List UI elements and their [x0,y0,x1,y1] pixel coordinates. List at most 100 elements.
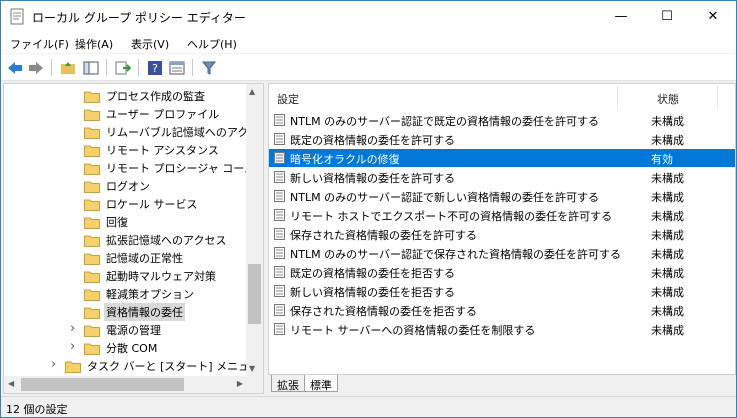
setting-name: 新しい資格情報の委任を許可する [290,172,455,185]
scroll-left-icon[interactable]: ◀ [8,379,14,388]
tab-standard[interactable]: 標準 [304,375,338,392]
tree-item[interactable]: リモート アシスタンス [84,141,221,159]
list-item[interactable]: リモート ホストでエクスポート不可の資格情報の委任を許可する 未構成 [269,206,735,224]
setting-name: 保存された資格情報の委任を許可する [290,229,477,242]
show-hide-tree-icon [83,61,99,74]
tree-item[interactable]: プロセス作成の監査 [84,87,207,105]
menu-file[interactable]: ファイル(F) [10,36,69,52]
close-button[interactable]: ✕ [690,1,736,32]
list-item[interactable]: NTLM のみのサーバー認証で保存された資格情報の委任を許可する 未構成 [269,244,735,262]
status-text: 12 個の設定 [6,403,68,416]
list-header: 設定 状態 [269,84,735,110]
tree-item[interactable]: 記憶域の正常性 [84,249,185,267]
policy-setting-icon [274,171,285,183]
tab-extended-label: 拡張 [277,379,299,392]
tree-pane[interactable]: プロセス作成の監査 ユーザー プロファイル リムーバブル記憶域へのアクセス リモート … [3,83,264,394]
list-item[interactable]: リモート サーバーへの資格情報の委任を制限する 未構成 [269,320,735,338]
policy-setting-icon [274,247,285,259]
tree-item[interactable]: 電源の管理 [84,321,163,339]
tree-item[interactable]: 軽減策オプション [84,285,196,303]
list-item[interactable]: 新しい資格情報の委任を拒否する 未構成 [269,282,735,300]
setting-name: NTLM のみのサーバー認証で新しい資格情報の委任を許可する [290,191,599,204]
tree-item[interactable]: 起動時マルウェア対策 [84,267,218,285]
tab-extended[interactable]: 拡張 [271,375,305,392]
folder-icon [84,91,100,103]
column-divider[interactable] [617,86,618,108]
toolbar: ? [1,54,736,81]
setting-name: NTLM のみのサーバー認証で既定の資格情報の委任を許可する [290,115,599,128]
tree-item[interactable]: 資格情報の委任 [84,303,185,321]
chevron-right-icon[interactable]: › [51,358,60,371]
app-window: ローカル グループ ポリシー エディター — ☐ ✕ ファイル(F) 操作(A)… [0,0,737,418]
policy-setting-icon [274,114,285,126]
help-icon: ? [148,60,162,75]
tree-item[interactable]: 拡張記憶域へのアクセス [84,231,228,249]
list-item[interactable]: NTLM のみのサーバー認証で新しい資格情報の委任を許可する 未構成 [269,187,735,205]
folder-icon [84,127,100,139]
properties-icon [169,61,185,74]
folder-icon [84,307,100,319]
policy-setting-icon [274,304,285,316]
tree-item-label: 起動時マルウェア対策 [106,270,216,283]
minimize-button[interactable]: — [598,1,644,32]
tree-item[interactable]: リムーバブル記憶域へのアクセス [84,123,263,141]
title-bar[interactable]: ローカル グループ ポリシー エディター — ☐ ✕ [1,1,736,32]
menu-action[interactable]: 操作(A) [75,36,113,52]
setting-state: 未構成 [651,267,684,280]
filter-button[interactable] [199,58,219,77]
tree-vertical-scrollbar[interactable]: ▲ ▼ [246,84,263,376]
list-item[interactable]: NTLM のみのサーバー認証で既定の資格情報の委任を許可する 未構成 [269,111,735,129]
folder-icon [84,145,100,157]
tree-horizontal-scroll-thumb[interactable] [21,378,184,391]
chevron-right-icon[interactable]: › [70,322,79,335]
tree-item[interactable]: ログオン [84,177,152,195]
setting-state: 未構成 [651,134,684,147]
back-button[interactable] [5,58,25,77]
properties-button[interactable] [167,58,187,77]
scroll-down-icon[interactable]: ▼ [249,364,255,373]
tree-item[interactable]: 回復 [84,213,130,231]
list-item[interactable]: 既定の資格情報の委任を許可する 未構成 [269,130,735,148]
tree-item-label: 拡張記憶域へのアクセス [106,234,227,247]
tree-item[interactable]: ロケール サービス [84,195,200,213]
tree-item[interactable]: 分散 COM [84,339,159,357]
up-one-level-button[interactable] [58,58,78,77]
scroll-right-icon[interactable]: ▶ [237,379,243,388]
list-item[interactable]: 新しい資格情報の委任を許可する 未構成 [269,168,735,186]
toolbar-separator [192,59,193,76]
column-header-state[interactable]: 状態 [657,91,679,107]
list-item[interactable]: 保存された資格情報の委任を許可する 未構成 [269,225,735,243]
tree-item[interactable]: ユーザー プロファイル [84,105,221,123]
list-item[interactable]: 暗号化オラクルの修復 有効 [269,149,735,167]
tree-vertical-scroll-thumb[interactable] [248,264,261,324]
column-divider[interactable] [717,86,718,108]
settings-list-pane[interactable]: 設定 状態 NTLM のみのサーバー認証で既定の資格情報の委任を許可する 未構成既… [268,83,736,375]
folder-icon [84,181,100,193]
list-item[interactable]: 既定の資格情報の委任を拒否する 未構成 [269,263,735,281]
policy-setting-icon [274,285,285,297]
folder-icon [84,109,100,121]
list-item[interactable]: 保存された資格情報の委任を拒否する 未構成 [269,301,735,319]
chevron-right-icon[interactable]: › [70,340,79,353]
menu-help[interactable]: ヘルプ(H) [187,36,237,52]
show-hide-tree-button[interactable] [81,58,101,77]
menu-view[interactable]: 表示(V) [131,36,169,52]
setting-state: 未構成 [651,248,684,261]
scroll-up-icon[interactable]: ▲ [249,87,255,96]
tree-item[interactable]: リモート プロシージャ コール [84,159,257,177]
tree-horizontal-scrollbar[interactable]: ◀ ▶ [4,376,247,393]
folder-icon [84,163,100,175]
filter-icon [202,61,216,75]
up-folder-icon [61,61,75,74]
folder-icon [84,325,100,337]
tree-item[interactable]: タスク バーと [スタート] メニュー [65,357,262,375]
tree-item-label: 電源の管理 [106,324,161,337]
policy-setting-icon [274,266,285,278]
maximize-button[interactable]: ☐ [644,1,690,32]
setting-name: 暗号化オラクルの修復 [290,153,400,166]
forward-button[interactable] [26,58,46,77]
export-list-button[interactable] [113,58,133,77]
status-bar: 12 個の設定 [1,396,736,417]
help-button[interactable]: ? [145,58,165,77]
column-header-setting[interactable]: 設定 [277,91,299,107]
